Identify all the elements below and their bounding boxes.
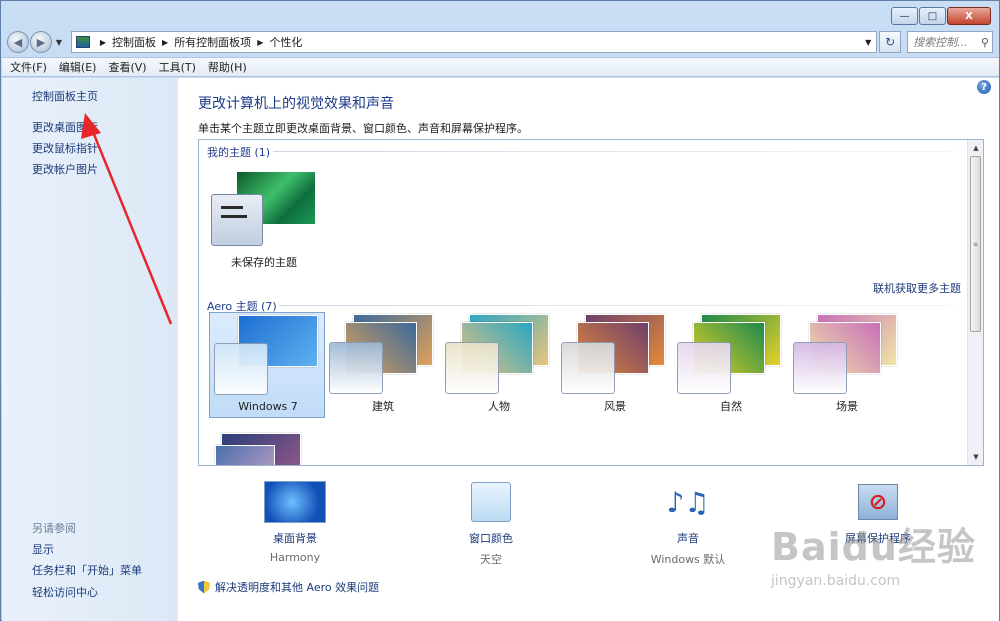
scroll-down-icon[interactable]: ▼ bbox=[968, 449, 983, 465]
theme-color-swatch bbox=[445, 342, 499, 394]
menu-help[interactable]: 帮助(H) bbox=[208, 59, 247, 75]
scroll-thumb[interactable]: ≡ bbox=[970, 156, 981, 332]
group-divider bbox=[279, 305, 953, 306]
sounds-value: Windows 默认 bbox=[650, 553, 726, 566]
theme-list-scrollbar[interactable]: ▲ ≡ ▼ bbox=[967, 140, 983, 465]
see-also-ease-of-access[interactable]: 轻松访问中心 bbox=[32, 584, 98, 600]
see-also-display[interactable]: 显示 bbox=[32, 541, 54, 557]
crumb-separator-icon: ▶ bbox=[99, 37, 107, 47]
shield-icon bbox=[198, 580, 210, 594]
maximize-button[interactable]: □ bbox=[919, 7, 946, 25]
theme-color-swatch bbox=[677, 342, 731, 394]
theme-color-swatch bbox=[214, 343, 268, 395]
preview-bar bbox=[221, 206, 243, 209]
window-color-item[interactable]: 窗口颜色 天空 bbox=[431, 480, 551, 567]
aero-troubleshoot-label[interactable]: 解决透明度和其他 Aero 效果问题 bbox=[215, 579, 379, 595]
theme-tile-2[interactable]: 人物 bbox=[441, 312, 557, 418]
theme-list: 我的主题 (1) 未保存的主题 联机获取更多主题 Aero 主题 (7) Win… bbox=[198, 139, 984, 466]
crumb-all-items[interactable]: 所有控制面板项 bbox=[174, 34, 251, 50]
theme-tile-0[interactable]: Windows 7 bbox=[209, 312, 325, 418]
aero-troubleshoot-link[interactable]: 解决透明度和其他 Aero 效果问题 bbox=[198, 579, 379, 595]
crumb-separator-icon[interactable]: ▶ bbox=[257, 38, 263, 47]
theme-label: 未保存的主题 bbox=[231, 256, 297, 269]
theme-label: 场景 bbox=[836, 400, 858, 413]
sidebar-link-home[interactable]: 控制面板主页 bbox=[32, 88, 98, 104]
scroll-up-icon[interactable]: ▲ bbox=[968, 140, 983, 156]
desktop-background-item[interactable]: 桌面背景 Harmony bbox=[235, 480, 355, 564]
theme-color-swatch bbox=[561, 342, 615, 394]
no-screensaver-icon: ⊘ bbox=[858, 484, 898, 520]
menu-tools[interactable]: 工具(T) bbox=[159, 59, 196, 75]
my-themes-heading: 我的主题 (1) bbox=[207, 146, 271, 159]
theme-tile-4[interactable]: 自然 bbox=[673, 312, 789, 418]
personalization-window: — □ X ◀ ▶ ▼ ▶ 控制面板 ▶ 所有控制面板项 ▶ 个性化 ▼ ↻ 搜… bbox=[0, 0, 1000, 621]
see-also-taskbar[interactable]: 任务栏和「开始」菜单 bbox=[32, 562, 142, 578]
theme-label: Windows 7 bbox=[238, 400, 298, 413]
breadcrumb: ▶ 控制面板 ▶ 所有控制面板项 ▶ 个性化 bbox=[94, 34, 302, 50]
partial-theme-tile[interactable] bbox=[213, 433, 313, 465]
back-button[interactable]: ◀ bbox=[7, 31, 29, 53]
get-more-themes-link[interactable]: 联机获取更多主题 bbox=[873, 280, 961, 296]
theme-label: 建筑 bbox=[372, 400, 394, 413]
search-placeholder: 搜索控制... bbox=[913, 36, 968, 49]
sounds-icon: ♪♫ bbox=[628, 480, 748, 524]
theme-tile-unsaved[interactable]: 未保存的主题 bbox=[209, 172, 319, 272]
sounds-item[interactable]: ♪♫ 声音 Windows 默认 bbox=[628, 480, 748, 567]
page-description: 单击某个主题立即更改桌面背景、窗口颜色、声音和屏幕保护程序。 bbox=[198, 122, 528, 135]
preview-bar bbox=[221, 215, 247, 218]
baidu-watermark: Baidu经验 jingyan.baidu.com bbox=[771, 516, 981, 606]
search-icon[interactable]: ⚲ bbox=[981, 36, 989, 49]
search-input[interactable]: 搜索控制... ⚲ bbox=[907, 31, 993, 53]
desktop-background-label[interactable]: 桌面背景 bbox=[235, 530, 355, 546]
crumb-separator-icon[interactable]: ▶ bbox=[162, 38, 168, 47]
crumb-control-panel[interactable]: 控制面板 bbox=[112, 34, 156, 50]
menu-bar: 文件(F) 编辑(E) 查看(V) 工具(T) 帮助(H) bbox=[2, 57, 999, 77]
menu-file[interactable]: 文件(F) bbox=[10, 59, 47, 75]
minimize-button[interactable]: — bbox=[891, 7, 918, 25]
close-button[interactable]: X bbox=[947, 7, 991, 25]
crumb-personalization[interactable]: 个性化 bbox=[269, 34, 302, 50]
see-also-heading: 另请参阅 bbox=[32, 522, 76, 535]
address-box[interactable]: ▶ 控制面板 ▶ 所有控制面板项 ▶ 个性化 ▼ bbox=[70, 31, 878, 53]
refresh-button[interactable]: ↻ bbox=[879, 31, 902, 53]
theme-tile-3[interactable]: 风景 bbox=[557, 312, 673, 418]
recent-pages-dropdown[interactable]: ▼ bbox=[53, 38, 65, 47]
desktop-background-icon bbox=[235, 480, 355, 524]
menu-view[interactable]: 查看(V) bbox=[108, 59, 146, 75]
address-toolbar: ◀ ▶ ▼ ▶ 控制面板 ▶ 所有控制面板项 ▶ 个性化 ▼ ↻ 搜索控制...… bbox=[7, 29, 993, 55]
watermark-logo: Baidu经验 bbox=[771, 525, 976, 569]
unsaved-theme-window-preview bbox=[211, 194, 263, 246]
menu-edit[interactable]: 编辑(E) bbox=[59, 59, 97, 75]
desktop-background-value: Harmony bbox=[269, 551, 321, 564]
red-annotation-arrow bbox=[81, 113, 173, 325]
theme-stack-image bbox=[215, 445, 275, 465]
theme-label: 人物 bbox=[488, 400, 510, 413]
forward-button[interactable]: ▶ bbox=[29, 31, 52, 53]
window-color-label[interactable]: 窗口颜色 bbox=[431, 530, 551, 546]
help-icon[interactable]: ? bbox=[977, 80, 991, 94]
window-color-icon bbox=[431, 480, 551, 524]
theme-color-swatch bbox=[329, 342, 383, 394]
theme-tile-1[interactable]: 建筑 bbox=[325, 312, 441, 418]
window-color-value: 天空 bbox=[480, 553, 502, 566]
music-note-icon: ♪♫ bbox=[666, 485, 710, 519]
group-divider bbox=[273, 151, 953, 152]
theme-color-swatch bbox=[793, 342, 847, 394]
theme-label: 自然 bbox=[720, 400, 742, 413]
page-title: 更改计算机上的视觉效果和声音 bbox=[198, 96, 394, 112]
control-panel-icon bbox=[75, 36, 90, 48]
theme-tile-5[interactable]: 场景 bbox=[789, 312, 905, 418]
watermark-url: jingyan.baidu.com bbox=[771, 573, 901, 589]
theme-label: 风景 bbox=[604, 400, 626, 413]
caption-buttons: — □ X bbox=[891, 7, 991, 25]
sounds-label[interactable]: 声音 bbox=[628, 530, 748, 546]
address-dropdown-icon[interactable]: ▼ bbox=[860, 38, 876, 47]
